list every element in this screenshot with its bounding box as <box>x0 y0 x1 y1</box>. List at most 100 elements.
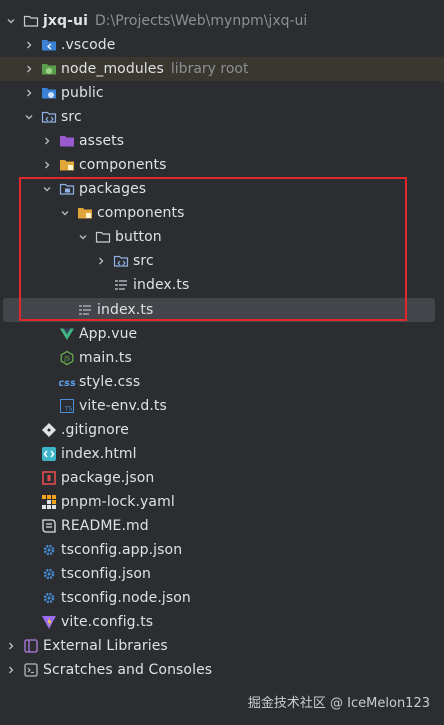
tsconfig-file-icon <box>41 566 57 582</box>
source-folder-icon <box>113 253 129 269</box>
tree-item-label: tsconfig.node.json <box>61 590 191 606</box>
tree-row-index-html[interactable]: index.html <box>0 442 444 466</box>
svg-text:TS: TS <box>64 406 73 413</box>
chevron-right-icon[interactable] <box>39 157 55 173</box>
chevron-right-icon[interactable] <box>21 61 37 77</box>
chevron-down-icon[interactable] <box>39 181 55 197</box>
tree-item-label: components <box>79 157 167 173</box>
chevron-right-icon[interactable] <box>3 662 19 678</box>
tree-row-button[interactable]: button <box>0 225 444 249</box>
tree-item-label: Scratches and Consoles <box>43 662 213 678</box>
tree-item-label: style.css <box>79 374 141 390</box>
tree-row-main-ts[interactable]: JS main.ts <box>0 346 444 370</box>
tree-row-public[interactable]: public <box>0 81 444 105</box>
project-name: jxq-ui <box>43 13 89 29</box>
html-file-icon <box>41 446 57 462</box>
chevron-right-icon[interactable] <box>93 253 109 269</box>
tree-row-assets[interactable]: assets <box>0 129 444 153</box>
node-folder-icon <box>41 61 57 77</box>
tree-item-label: index.ts <box>133 277 190 293</box>
tree-item-label: src <box>133 253 154 269</box>
chevron-right-icon[interactable] <box>39 133 55 149</box>
tree-row-scratches[interactable]: Scratches and Consoles <box>0 658 444 682</box>
css-file-icon: css <box>59 374 75 390</box>
tree-item-label: main.ts <box>79 350 132 366</box>
tree-row-tsconfig[interactable]: tsconfig.json <box>0 562 444 586</box>
npm-file-icon <box>41 470 57 486</box>
tree-item-label: package.json <box>61 470 155 486</box>
tree-item-label: index.ts <box>97 302 154 318</box>
package-folder-icon <box>59 181 75 197</box>
chevron-down-icon[interactable] <box>57 205 73 221</box>
tree-item-label: button <box>115 229 162 245</box>
git-file-icon <box>41 422 57 438</box>
tree-row-src[interactable]: src <box>0 105 444 129</box>
assets-folder-icon <box>59 133 75 149</box>
tree-row-tsconfig-node[interactable]: tsconfig.node.json <box>0 586 444 610</box>
library-icon <box>23 638 39 654</box>
folder-icon <box>95 229 111 245</box>
tree-item-label: .gitignore <box>61 422 129 438</box>
vue-file-icon <box>59 326 75 342</box>
tree-item-label: tsconfig.app.json <box>61 542 183 558</box>
tree-row-gitignore[interactable]: .gitignore <box>0 418 444 442</box>
text-file-icon <box>113 277 129 293</box>
chevron-down-icon[interactable] <box>21 109 37 125</box>
components-folder-icon <box>59 157 75 173</box>
tree-item-label: packages <box>79 181 147 197</box>
tree-row-tsconfig-app[interactable]: tsconfig.app.json <box>0 538 444 562</box>
chevron-right-icon[interactable] <box>21 37 37 53</box>
tree-item-label: assets <box>79 133 125 149</box>
chevron-down-icon[interactable] <box>75 229 91 245</box>
tree-item-label: App.vue <box>79 326 138 342</box>
text-file-icon <box>77 302 93 318</box>
components-folder-icon <box>77 205 93 221</box>
tree-row-button-src[interactable]: src <box>0 249 444 273</box>
typescript-file-icon: TS <box>59 398 75 414</box>
tree-item-label: pnpm-lock.yaml <box>61 494 175 510</box>
tree-row-readme[interactable]: README.md <box>0 514 444 538</box>
tsconfig-file-icon <box>41 542 57 558</box>
public-folder-icon <box>41 85 57 101</box>
tree-row-package-json[interactable]: package.json <box>0 466 444 490</box>
tree-row-components[interactable]: components <box>0 153 444 177</box>
scratches-icon <box>23 662 39 678</box>
tree-row-vite-env[interactable]: TS vite-env.d.ts <box>0 394 444 418</box>
tree-item-label: vite.config.ts <box>61 614 154 630</box>
tree-row-external-libraries[interactable]: External Libraries <box>0 634 444 658</box>
tree-item-label: External Libraries <box>43 638 168 654</box>
tree-row-pnpm-lock[interactable]: pnpm-lock.yaml <box>0 490 444 514</box>
chevron-down-icon[interactable] <box>3 13 19 29</box>
tree-item-label: node_modules <box>61 61 164 77</box>
library-root-hint: library root <box>170 61 249 77</box>
chevron-right-icon[interactable] <box>3 638 19 654</box>
tree-row-vscode[interactable]: .vscode <box>0 33 444 57</box>
tree-row-packages-index[interactable]: index.ts <box>3 298 435 322</box>
tree-row-root[interactable]: jxq-ui D:\Projects\Web\mynpm\jxq-ui <box>0 9 444 33</box>
svg-text:css: css <box>59 378 75 389</box>
tree-row-button-index[interactable]: index.ts <box>0 273 444 297</box>
tree-row-node-modules[interactable]: node_modules library root <box>0 57 444 81</box>
folder-icon <box>23 13 39 29</box>
tree-row-style-css[interactable]: css style.css <box>0 370 444 394</box>
project-path: D:\Projects\Web\mynpm\jxq-ui <box>95 13 308 29</box>
tree-item-label: tsconfig.json <box>61 566 151 582</box>
pnpm-file-icon <box>41 494 57 510</box>
tree-item-label: public <box>61 85 104 101</box>
chevron-right-icon[interactable] <box>21 85 37 101</box>
tsconfig-file-icon <box>41 590 57 606</box>
tree-item-label: vite-env.d.ts <box>79 398 167 414</box>
tree-row-app-vue[interactable]: App.vue <box>0 322 444 346</box>
tree-item-label: README.md <box>61 518 149 534</box>
tree-item-label: src <box>61 109 82 125</box>
svg-text:JS: JS <box>63 356 70 363</box>
tree-item-label: components <box>97 205 185 221</box>
vscode-folder-icon <box>41 37 57 53</box>
tree-row-vite-config[interactable]: vite.config.ts <box>0 610 444 634</box>
tree-item-label: index.html <box>61 446 137 462</box>
tree-item-label: .vscode <box>61 37 116 53</box>
tree-row-packages[interactable]: packages <box>0 177 444 201</box>
vite-file-icon <box>41 614 57 630</box>
source-folder-icon <box>41 109 57 125</box>
tree-row-packages-components[interactable]: components <box>0 201 444 225</box>
